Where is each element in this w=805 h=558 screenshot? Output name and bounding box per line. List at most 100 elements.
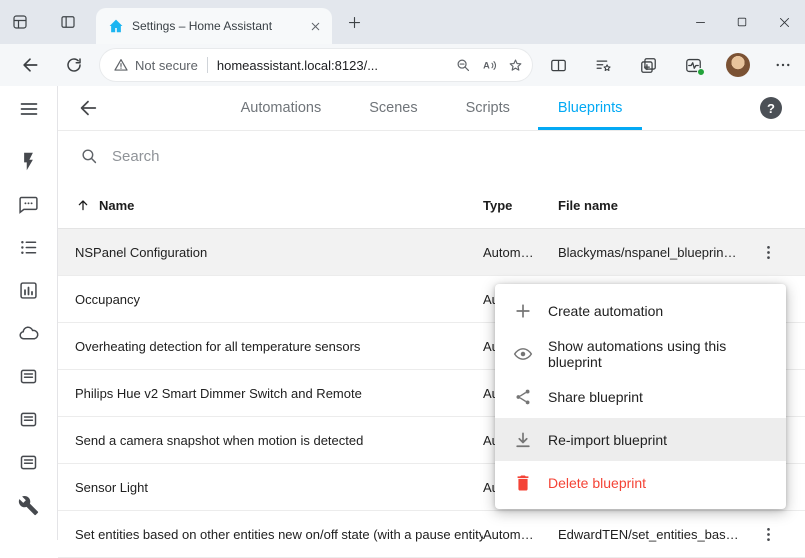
chat-icon bbox=[18, 194, 39, 215]
row-overflow-icon[interactable] bbox=[754, 520, 782, 548]
browser-toolbar: Not secure homeassistant.local:8123/... … bbox=[0, 44, 805, 86]
sidebar bbox=[0, 86, 58, 540]
wrench-icon bbox=[18, 495, 39, 516]
row-file-cell: Blackymas/nspanel_blueprin… bbox=[558, 245, 748, 260]
blueprint-context-menu: Create automation Show automations using… bbox=[495, 284, 786, 509]
tab-scenes[interactable]: Scenes bbox=[349, 86, 437, 130]
table-row[interactable]: Set entities based on other entities new… bbox=[58, 511, 805, 558]
sidebar-item-assist[interactable] bbox=[0, 183, 57, 226]
avatar bbox=[726, 53, 750, 77]
site-security[interactable]: Not secure bbox=[113, 57, 198, 73]
row-name-cell: Sensor Light bbox=[75, 480, 483, 495]
help-icon[interactable]: ? bbox=[760, 97, 782, 119]
toolbar-right bbox=[544, 51, 797, 79]
back-icon[interactable] bbox=[13, 48, 47, 82]
favorite-star-icon[interactable] bbox=[502, 52, 528, 78]
browser-titlebar: Settings – Home Assistant bbox=[0, 0, 805, 44]
warning-icon bbox=[113, 57, 129, 73]
sidebar-item-cloud[interactable] bbox=[0, 312, 57, 355]
download-icon bbox=[511, 428, 535, 452]
refresh-icon[interactable] bbox=[57, 48, 91, 82]
tab-blueprints[interactable]: Blueprints bbox=[538, 86, 642, 130]
hamburger-icon[interactable] bbox=[0, 86, 57, 131]
row-name-cell: Occupancy bbox=[75, 292, 483, 307]
column-name[interactable]: Name bbox=[75, 197, 483, 213]
menu-item-label: Show automations using this blueprint bbox=[548, 338, 770, 370]
home-assistant-app: Automations Scenes Scripts Blueprints ? … bbox=[0, 86, 805, 540]
row-name-cell: Set entities based on other entities new… bbox=[75, 527, 483, 542]
main-panel: Automations Scenes Scripts Blueprints ? … bbox=[58, 86, 805, 540]
menu-item-show-automations[interactable]: Show automations using this blueprint bbox=[495, 332, 786, 375]
menu-item-create-automation[interactable]: Create automation bbox=[495, 289, 786, 332]
sidebar-item-energy[interactable] bbox=[0, 140, 57, 183]
tab-actions-icon[interactable] bbox=[51, 5, 85, 39]
url-text[interactable]: homeassistant.local:8123/... bbox=[217, 58, 450, 73]
home-assistant-logo-icon bbox=[108, 18, 124, 34]
column-type[interactable]: Type bbox=[483, 198, 558, 213]
device-icon bbox=[18, 366, 39, 387]
app-back-icon[interactable] bbox=[74, 94, 102, 122]
device-icon bbox=[18, 452, 39, 473]
menu-item-label: Share blueprint bbox=[548, 389, 643, 405]
address-bar[interactable]: Not secure homeassistant.local:8123/... … bbox=[100, 49, 532, 81]
column-file[interactable]: File name bbox=[558, 198, 748, 213]
browser-tab[interactable]: Settings – Home Assistant bbox=[96, 8, 332, 44]
search-input[interactable] bbox=[112, 148, 412, 165]
read-aloud-icon[interactable]: A bbox=[476, 52, 502, 78]
close-tab-icon[interactable] bbox=[304, 15, 326, 37]
row-file-cell: EdwardTEN/set_entities_bas… bbox=[558, 527, 748, 542]
eye-icon bbox=[511, 342, 535, 366]
trash-icon bbox=[511, 471, 535, 495]
split-screen-icon[interactable] bbox=[544, 51, 572, 79]
window-controls bbox=[679, 0, 805, 44]
plus-icon bbox=[511, 299, 535, 323]
row-type-cell: Autom… bbox=[483, 527, 558, 542]
sidebar-item-device-3[interactable] bbox=[0, 441, 57, 484]
flash-icon bbox=[18, 151, 39, 172]
sidebar-item-device-1[interactable] bbox=[0, 355, 57, 398]
minimize-icon[interactable] bbox=[679, 0, 721, 44]
share-icon bbox=[511, 385, 535, 409]
address-divider bbox=[207, 57, 208, 73]
search-icon bbox=[80, 147, 99, 166]
status-dot bbox=[697, 68, 705, 76]
sidebar-item-settings[interactable] bbox=[0, 484, 57, 527]
app-header: Automations Scenes Scripts Blueprints ? bbox=[58, 86, 805, 131]
menu-item-label: Delete blueprint bbox=[548, 475, 646, 491]
sidebar-item-device-2[interactable] bbox=[0, 398, 57, 441]
row-name-cell: NSPanel Configuration bbox=[75, 245, 483, 260]
row-name-cell: Send a camera snapshot when motion is de… bbox=[75, 433, 483, 448]
sidebar-item-history[interactable] bbox=[0, 269, 57, 312]
device-icon bbox=[18, 409, 39, 430]
menu-item-label: Re-import blueprint bbox=[548, 432, 667, 448]
profile-avatar[interactable] bbox=[724, 51, 752, 79]
tab-scripts[interactable]: Scripts bbox=[446, 86, 530, 130]
sidebar-item-lists[interactable] bbox=[0, 226, 57, 269]
settings-tabs: Automations Scenes Scripts Blueprints bbox=[58, 86, 805, 130]
chart-box-icon bbox=[18, 280, 39, 301]
favorites-icon[interactable] bbox=[589, 51, 617, 79]
more-icon[interactable] bbox=[769, 51, 797, 79]
close-icon[interactable] bbox=[763, 0, 805, 44]
menu-item-share-blueprint[interactable]: Share blueprint bbox=[495, 375, 786, 418]
table-header: Name Type File name bbox=[58, 182, 805, 229]
maximize-icon[interactable] bbox=[721, 0, 763, 44]
menu-item-label: Create automation bbox=[548, 303, 663, 319]
sort-arrow-up-icon bbox=[75, 197, 91, 213]
zoom-out-icon[interactable] bbox=[450, 52, 476, 78]
menu-item-reimport-blueprint[interactable]: Re-import blueprint bbox=[495, 418, 786, 461]
svg-text:A: A bbox=[483, 60, 490, 70]
menu-item-delete-blueprint[interactable]: Delete blueprint bbox=[495, 461, 786, 504]
new-tab-icon[interactable] bbox=[340, 8, 368, 36]
security-label: Not secure bbox=[135, 58, 198, 73]
row-name-cell: Overheating detection for all temperatur… bbox=[75, 339, 483, 354]
tab-title: Settings – Home Assistant bbox=[132, 19, 304, 33]
list-icon bbox=[18, 237, 39, 258]
tab-automations[interactable]: Automations bbox=[221, 86, 342, 130]
workspaces-icon[interactable] bbox=[3, 5, 37, 39]
collections-icon[interactable] bbox=[634, 51, 662, 79]
table-row[interactable]: NSPanel Configuration Autom… Blackymas/n… bbox=[58, 229, 805, 276]
search-row bbox=[58, 131, 805, 182]
browser-essentials-icon[interactable] bbox=[679, 51, 707, 79]
row-overflow-icon[interactable] bbox=[754, 238, 782, 266]
